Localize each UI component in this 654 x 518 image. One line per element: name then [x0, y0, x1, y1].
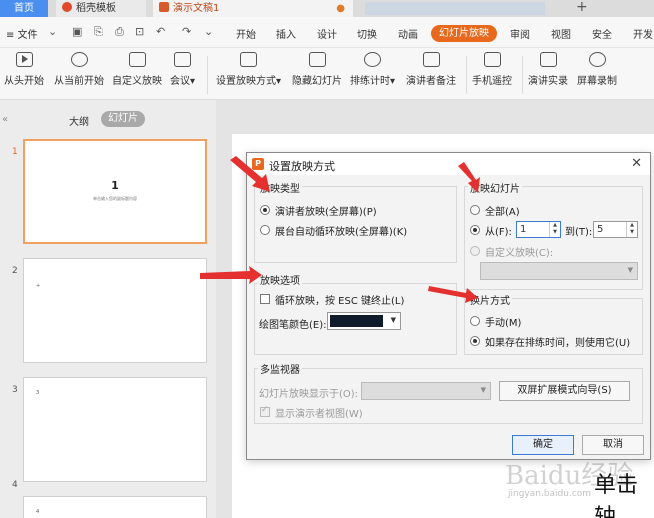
annotation-arrows — [200, 156, 480, 303]
arrow-advance — [428, 286, 478, 303]
arrow-show-options — [200, 266, 262, 284]
arrow-show-type — [230, 156, 270, 192]
arrow-show-slides — [458, 162, 480, 193]
